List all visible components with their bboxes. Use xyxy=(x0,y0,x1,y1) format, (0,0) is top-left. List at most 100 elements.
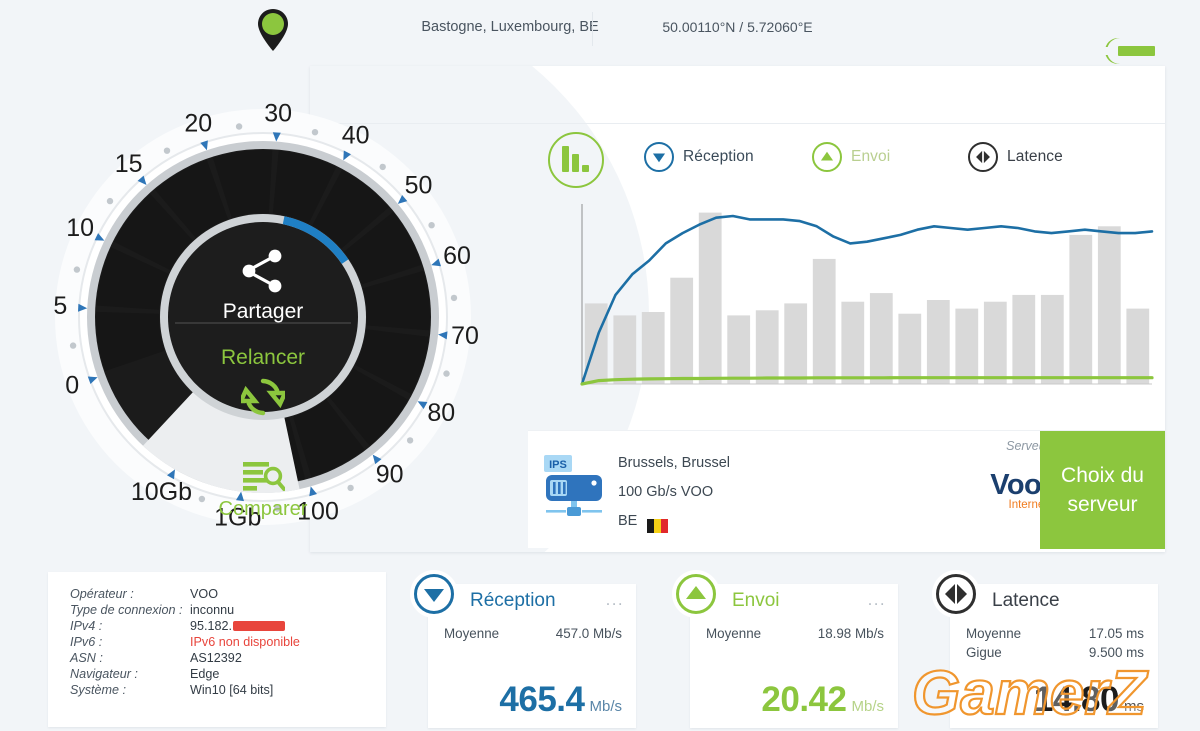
gauge-tick-label: 60 xyxy=(443,242,471,270)
stat-title: Envoi xyxy=(732,590,780,611)
chart-bar xyxy=(613,315,637,384)
info-row: Navigateur : Edge xyxy=(70,666,300,682)
gauge-minor-tick xyxy=(450,294,458,302)
gauge-minor-tick xyxy=(106,197,114,205)
chart-bar xyxy=(812,258,836,384)
stat-menu-button[interactable]: ... xyxy=(868,590,886,610)
upload-arrow-icon xyxy=(672,570,720,618)
server-panel: IPS Brussels, Brussel 100 Gb/s VOO BE Se… xyxy=(528,430,1165,549)
gauge-tick-label: 50 xyxy=(405,172,433,200)
latency-arrows-icon xyxy=(968,142,998,172)
info-value: AS12392 xyxy=(190,651,242,665)
stat-row-value: 17.05 ms xyxy=(1088,626,1144,641)
server-details: Brussels, Brussel 100 Gb/s VOO BE xyxy=(618,449,730,536)
download-arrow-icon xyxy=(410,570,458,618)
server-ips-icon: IPS xyxy=(538,453,610,523)
redaction-bar xyxy=(233,621,286,631)
legend-label: Envoi xyxy=(851,148,891,165)
info-value: Win10 [64 bits] xyxy=(190,683,274,697)
compare-button[interactable]: Comparer xyxy=(178,460,348,532)
chart-bar xyxy=(784,303,808,384)
legend-item-reception[interactable]: Réception xyxy=(644,142,754,172)
restart-button[interactable]: Relancer xyxy=(170,346,356,446)
stat-title: Réception xyxy=(470,590,556,611)
gauge-tick-label: 0 xyxy=(65,371,79,399)
info-key: Système : xyxy=(70,683,126,697)
chart-bar xyxy=(926,300,950,384)
share-button[interactable]: Partager xyxy=(170,232,356,324)
info-row: ASN : AS12392 xyxy=(70,650,300,666)
chart-bar xyxy=(641,312,665,384)
stat-card-reception[interactable]: Réception ... Moyenne 457.0 Mb/s 465.4 Mb… xyxy=(410,570,636,728)
stat-card-latence[interactable]: Latence Moyenne 17.05 ms Gigue 9.500 ms … xyxy=(932,570,1158,728)
stat-unit: ms xyxy=(1124,698,1144,715)
info-row: Système : Win10 [64 bits] xyxy=(70,682,300,698)
chart-bar xyxy=(841,301,865,384)
stat-value: 14.80 xyxy=(1033,680,1120,719)
gauge-tick-label: 90 xyxy=(376,461,404,489)
info-key: Navigateur : xyxy=(70,667,138,681)
info-key: Opérateur : xyxy=(70,587,134,601)
compare-list-icon xyxy=(243,462,285,491)
gauge-minor-tick xyxy=(73,266,81,273)
stat-value: 20.42 xyxy=(761,680,847,719)
gauge-minor-tick xyxy=(406,437,414,444)
chart-bar xyxy=(698,212,722,384)
gauge-minor-tick xyxy=(379,163,386,171)
info-key: IPv6 : xyxy=(70,635,103,649)
legend-label: Réception xyxy=(683,148,754,165)
chart-bar xyxy=(670,277,694,384)
gauge-tick-label: 70 xyxy=(451,322,479,350)
download-arrow-icon xyxy=(644,142,674,172)
stat-main-value: 14.80 ms xyxy=(1034,680,1144,720)
restart-label: Relancer xyxy=(220,346,306,369)
gauge-tick-label: 10 xyxy=(66,214,94,242)
chart-bar xyxy=(1126,308,1150,384)
stat-row-value: 457.0 Mb/s xyxy=(555,626,622,641)
share-icon xyxy=(242,249,282,293)
stat-row-label: Moyenne xyxy=(966,626,1022,641)
info-key: Type de connexion : xyxy=(70,603,183,617)
location-place: Bastogne, Luxembourg, BE xyxy=(421,19,599,35)
chart-bar xyxy=(955,308,979,384)
bar-chart-icon[interactable] xyxy=(548,132,604,188)
info-value: IPv6 non disponible xyxy=(190,635,300,649)
legend-item-envoi[interactable]: Envoi xyxy=(812,142,890,172)
info-row: IPv6 : IPv6 non disponible xyxy=(70,634,300,650)
stat-menu-button[interactable]: ... xyxy=(606,590,624,610)
svg-text:IPS: IPS xyxy=(549,459,567,471)
info-value: 95.182. xyxy=(190,618,300,634)
gauge-minor-tick xyxy=(311,129,319,136)
gauge-tick-label: 40 xyxy=(342,121,370,149)
choose-server-line1: Choix du xyxy=(1061,464,1144,487)
upload-arrow-icon xyxy=(812,142,842,172)
info-row: Type de connexion : inconnu xyxy=(70,602,300,618)
chart-bar xyxy=(898,313,922,384)
legend-item-latence[interactable]: Latence xyxy=(968,142,1063,172)
stat-row-label: Moyenne xyxy=(706,626,762,641)
wrench-icon[interactable] xyxy=(1100,34,1162,68)
speed-chart xyxy=(576,198,1156,390)
stat-unit: Mb/s xyxy=(851,698,884,715)
app-root: Bastogne, Luxembourg, BE 50.00110°N / 5.… xyxy=(0,0,1200,729)
choose-server-button[interactable]: Choix du serveur xyxy=(1040,431,1165,549)
stat-rows: Moyenne 17.05 ms Gigue 9.500 ms xyxy=(966,624,1144,662)
stat-card-envoi[interactable]: Envoi ... Moyenne 18.98 Mb/s 20.42 Mb/s xyxy=(672,570,898,728)
connection-info-table: Opérateur : VOO Type de connexion : inconnu… xyxy=(70,586,300,698)
chart-bar xyxy=(983,301,1007,384)
server-city: Brussels, Brussel xyxy=(618,455,731,471)
chart-bar xyxy=(727,315,751,384)
speed-gauge: 0 5 10 15 20 30 40 50 60 70 80 90 100 1Gb 10Gb Partage… xyxy=(18,72,508,562)
stat-row-value: 18.98 Mb/s xyxy=(817,626,884,641)
gauge-minor-tick xyxy=(428,222,435,229)
gauge-minor-tick xyxy=(347,484,354,492)
stat-row-label: Moyenne xyxy=(444,626,500,641)
server-speed: 100 Gb/s VOO xyxy=(618,484,714,500)
gauge-tick-label: 20 xyxy=(184,110,212,138)
compare-label: Comparer xyxy=(218,498,308,520)
info-value: Edge xyxy=(190,667,220,681)
gauge-minor-tick xyxy=(163,147,171,154)
gauge-tick-label: 80 xyxy=(427,399,455,427)
info-row: Opérateur : VOO xyxy=(70,586,300,602)
share-label: Partager xyxy=(222,300,304,323)
